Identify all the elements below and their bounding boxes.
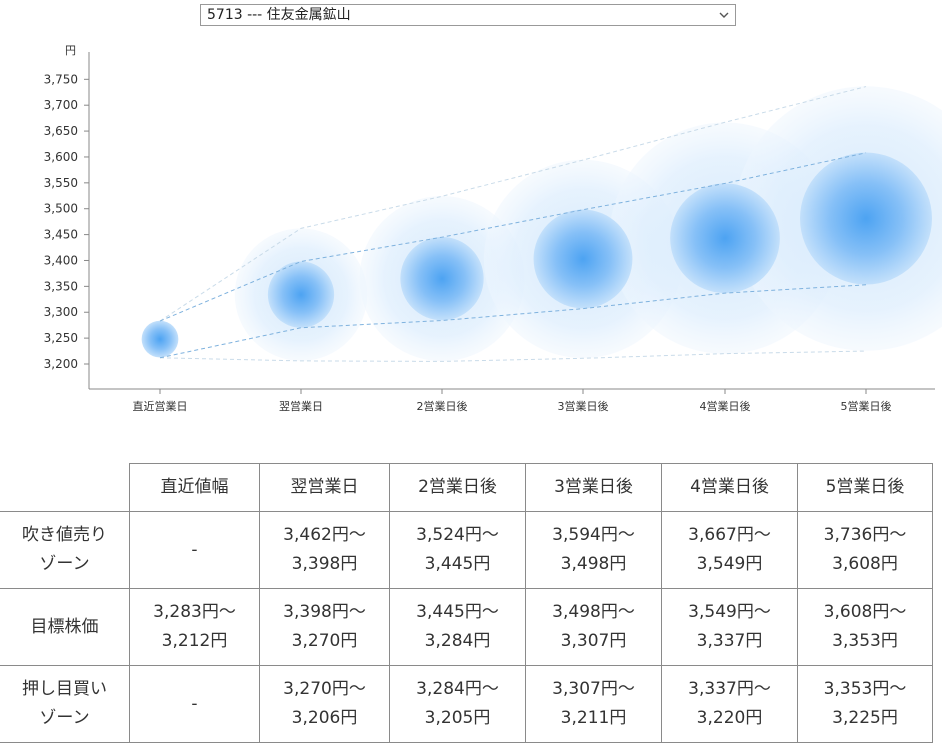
table-cell: 3,608円～ 3,353円: [797, 588, 933, 666]
row-label: 吹き値売り ゾーン: [0, 511, 130, 589]
column-header: 5営業日後: [797, 463, 933, 512]
table-cell: -: [129, 511, 260, 589]
y-tick-label: 3,650: [44, 124, 78, 138]
y-tick-label: 3,350: [44, 279, 78, 293]
y-tick-label: 3,600: [44, 150, 78, 164]
table-header-row: 直近値幅 翌営業日 2営業日後 3営業日後 4営業日後 5営業日後: [0, 463, 933, 512]
x-tick-label: 5営業日後: [841, 399, 892, 413]
x-tick-label: 翌営業日: [279, 399, 323, 413]
chevron-down-icon: [719, 12, 729, 18]
table-cell: 3,524円～ 3,445円: [389, 511, 526, 589]
y-tick-label: 3,550: [44, 176, 78, 190]
table-cell: 3,549円～ 3,337円: [661, 588, 798, 666]
table-cell: 3,445円～ 3,284円: [389, 588, 526, 666]
table-cell: -: [129, 665, 260, 743]
target-bubble: [800, 152, 932, 285]
column-header: 翌営業日: [259, 463, 390, 512]
column-header: 直近値幅: [129, 463, 260, 512]
x-tick-label: 3営業日後: [558, 399, 609, 413]
x-tick-label: 直近営業日: [133, 399, 188, 413]
table-row: 吹き値売り ゾーン - 3,462円～ 3,398円 3,524円～ 3,445円 3…: [0, 511, 933, 589]
table-cell: 3,594円～ 3,498円: [525, 511, 662, 589]
table-cell: 3,353円～ 3,225円: [797, 665, 933, 743]
x-tick-label: 4営業日後: [700, 399, 751, 413]
y-tick-label: 3,450: [44, 228, 78, 242]
table-cell: 3,270円～ 3,206円: [259, 665, 390, 743]
table-row: 目標株価 3,283円～ 3,212円 3,398円～ 3,270円 3,445円～…: [0, 588, 933, 666]
table-cell: 3,398円～ 3,270円: [259, 588, 390, 666]
y-tick-label: 3,400: [44, 253, 78, 267]
table-cell: 3,462円～ 3,398円: [259, 511, 390, 589]
y-tick-label: 3,750: [44, 72, 78, 86]
target-bubble: [400, 236, 484, 321]
forecast-chart: 3,200 3,250 3,300 3,350 3,400 3,450 3,500 3,550…: [44, 44, 942, 413]
forecast-table: 直近値幅 翌営業日 2営業日後 3営業日後 4営業日後 5営業日後 吹き値売りゾ…: [0, 463, 933, 743]
target-bubble: [141, 320, 179, 358]
column-header: 2営業日後: [389, 463, 526, 512]
x-tick-label: 2営業日後: [417, 399, 468, 413]
column-header: 3営業日後: [525, 463, 662, 512]
y-tick-label: 3,200: [44, 357, 78, 371]
table-cell: 3,284円～ 3,205円: [389, 665, 526, 743]
table-cell: 3,283円～ 3,212円: [129, 588, 260, 666]
table-cell: 3,736円～ 3,608円: [797, 511, 933, 589]
table-row: 押し目買い ゾーン - 3,270円～ 3,206円 3,284円～ 3,205円 3…: [0, 665, 933, 743]
y-tick-label: 3,500: [44, 202, 78, 216]
column-header: 4営業日後: [661, 463, 798, 512]
table-cell: 3,337円～ 3,220円: [661, 665, 798, 743]
y-tick-label: 3,700: [44, 98, 78, 112]
target-bubble: [670, 183, 780, 294]
row-label: 目標株価: [0, 588, 130, 666]
table-cell: 3,307円～ 3,211円: [525, 665, 662, 743]
y-unit-label: 円: [65, 44, 76, 57]
row-label: 押し目買い ゾーン: [0, 665, 130, 743]
stock-selector[interactable]: 5713 --- 住友金属鉱山: [200, 4, 736, 26]
table-cell: 3,498円～ 3,307円: [525, 588, 662, 666]
y-tick-label: 3,300: [44, 305, 78, 319]
stock-selector-value: 5713 --- 住友金属鉱山: [207, 7, 351, 23]
y-tick-label: 3,250: [44, 331, 78, 345]
target-bubble: [533, 209, 633, 309]
table-corner: [0, 463, 130, 512]
table-cell: 3,667円～ 3,549円: [661, 511, 798, 589]
zone-low-line: [159, 350, 867, 362]
